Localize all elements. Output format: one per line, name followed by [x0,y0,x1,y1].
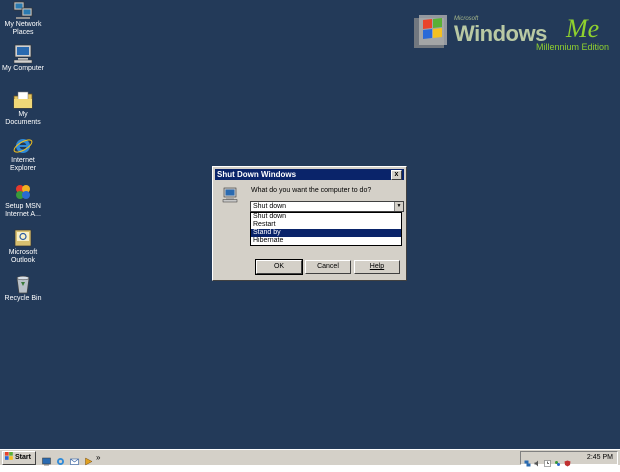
logo-edition-text: Millennium Edition [536,42,610,52]
desktop: My Network Places My Computer My Documen… [0,0,620,449]
windows-me-logo: Microsoft Windows Me Millennium Edition [410,10,615,58]
show-desktop-icon[interactable] [42,453,51,466]
clock[interactable]: 2:45 PM [587,453,613,463]
taskbar: Start » 2:45 PM [0,449,620,467]
selected-option: Shut down [253,203,287,210]
quicklaunch-chevron[interactable]: » [96,453,105,462]
help-button[interactable]: Help [354,260,400,274]
task-scheduler-icon[interactable] [544,454,551,467]
antivirus-icon[interactable] [564,454,571,467]
desktop-icon-network-places[interactable]: My Network Places [0,0,46,37]
media-player-icon[interactable] [84,453,93,466]
desktop-icon-my-documents[interactable]: My Documents [0,90,46,127]
dialog-title-bar[interactable]: Shut Down Windows x [215,169,404,180]
outlook-express-icon[interactable] [70,453,79,465]
desktop-icon-outlook[interactable]: Microsoft Outlook [0,228,46,265]
recycle-bin-icon [12,274,34,294]
option-restart[interactable]: Restart [251,221,401,229]
volume-icon[interactable] [534,454,541,467]
close-button[interactable]: x [391,170,402,180]
dialog-prompt: What do you want the computer to do? [251,187,372,194]
option-stand-by[interactable]: Stand by [251,229,401,237]
desktop-icon-my-computer[interactable]: My Computer [0,44,46,73]
start-button[interactable]: Start [2,451,36,465]
desktop-icon-recycle-bin[interactable]: Recycle Bin [0,274,46,303]
desktop-icon-msn-setup[interactable]: Setup MSN Internet A... [0,182,46,219]
desktop-icon-internet-explorer[interactable]: Internet Explorer [0,136,46,173]
my-computer-icon [12,44,34,64]
cancel-button[interactable]: Cancel [305,260,351,274]
desktop-icon-label: My Network Places [4,21,42,36]
shutdown-option-select[interactable]: Shut down ▼ [250,201,404,212]
windows-flag-icon [5,452,13,460]
shut-down-dialog: Shut Down Windows x What do you want the… [212,166,407,281]
windows-flag-icon [410,12,450,52]
start-label: Start [15,454,31,461]
logo-me-text: Me [566,14,600,43]
option-hibernate[interactable]: Hibernate [251,237,401,245]
msn-setup-icon [12,182,34,202]
dropdown-arrow-icon[interactable]: ▼ [394,202,403,211]
network-icon[interactable] [524,454,531,467]
logo-windows-text: Windows [454,21,547,46]
desktop-icon-label: Internet Explorer [9,157,37,172]
desktop-icon-label: Recycle Bin [4,295,42,302]
internet-explorer-icon[interactable] [56,453,65,465]
desktop-icon-label: My Documents [5,111,41,126]
option-shut-down[interactable]: Shut down [251,213,401,221]
internet-explorer-icon [12,136,34,156]
ok-button[interactable]: OK [255,259,303,275]
msn-icon[interactable] [554,454,561,466]
system-tray: 2:45 PM [520,451,618,467]
shutdown-options-list: Shut down Restart Stand by Hibernate [250,212,402,246]
desktop-icon-label: Setup MSN Internet A... [5,203,41,218]
desktop-icon-label: My Computer [1,65,44,72]
network-places-icon [12,0,34,20]
computer-shutdown-icon [222,187,238,203]
outlook-icon [12,228,34,248]
desktop-icon-label: Microsoft Outlook [8,249,38,264]
my-documents-icon [12,90,34,110]
dialog-title: Shut Down Windows [217,170,297,179]
